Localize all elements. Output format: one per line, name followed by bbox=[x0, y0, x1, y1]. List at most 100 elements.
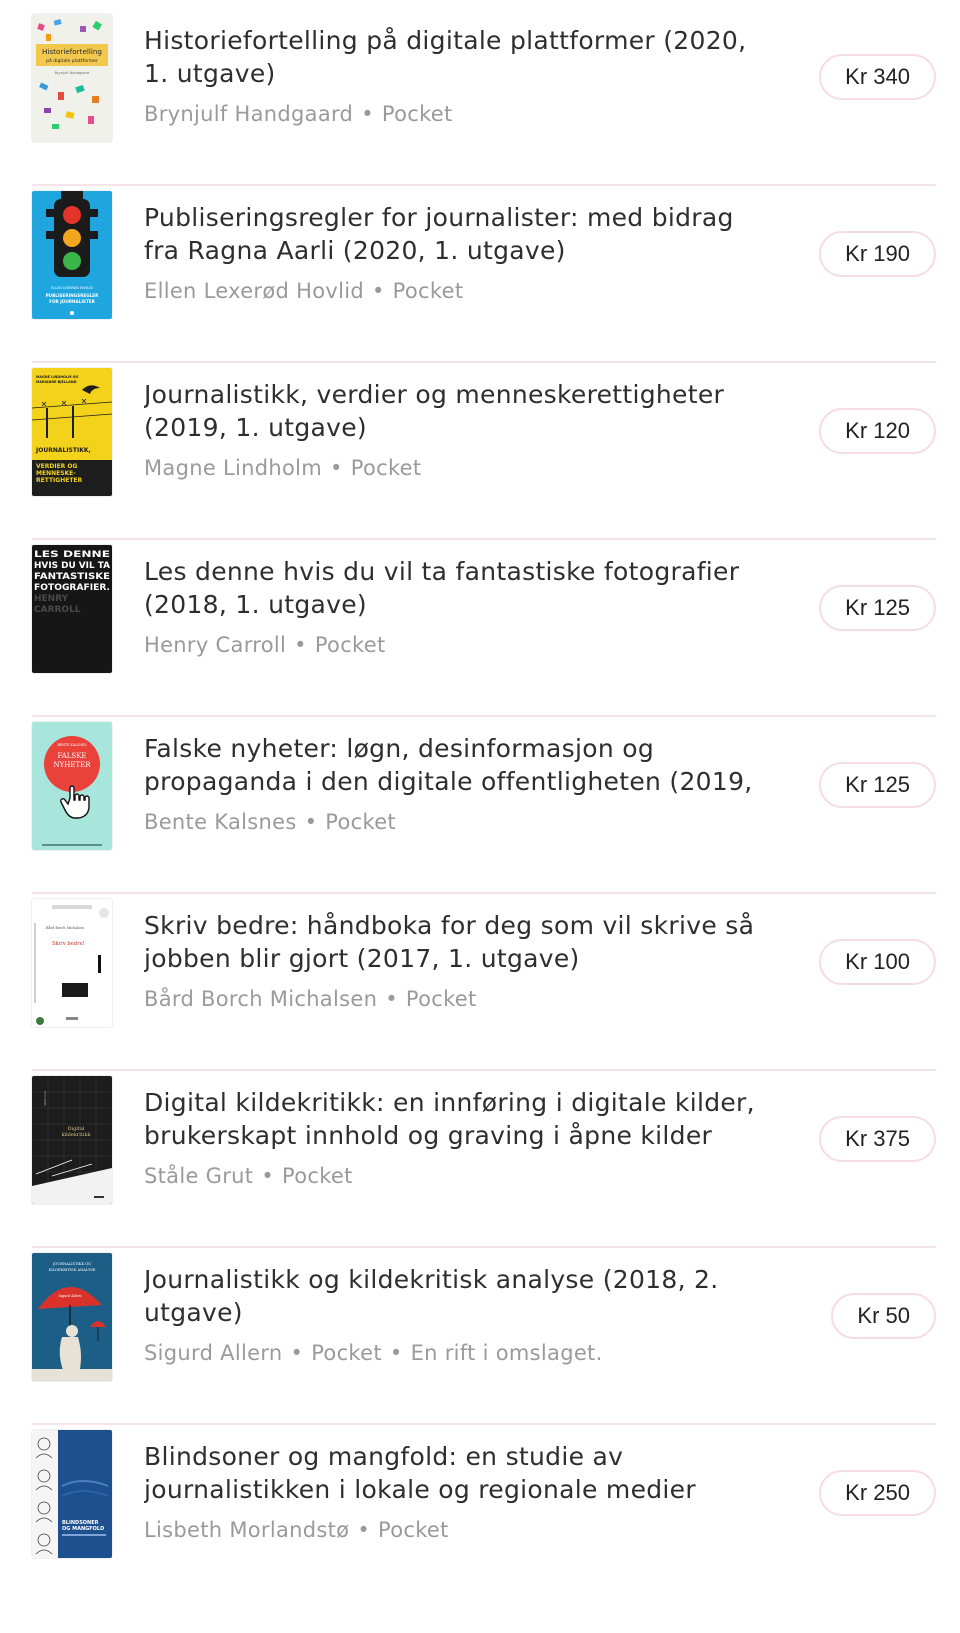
book-title[interactable]: Publiseringsregler for journalister: med… bbox=[144, 201, 774, 267]
list-item[interactable]: BENTE KALSNES FALSKE NYHETER Falske nyhe… bbox=[32, 708, 936, 894]
traffic-light-cover-image: ELLEN LEXERØD HOVLID PUBLISERINGSREGLER … bbox=[32, 191, 112, 319]
list-item[interactable]: LES DENNE HVIS DU VIL TA FANTASTISKE FOT… bbox=[32, 531, 936, 717]
price-button[interactable]: Kr 340 bbox=[819, 54, 936, 100]
cover-title: Historiefortelling bbox=[42, 47, 102, 56]
book-author: Henry Carroll bbox=[144, 633, 287, 657]
grid-cover-image: Ståle Grut Digital kildekritikk bbox=[32, 1076, 112, 1204]
cover-title: Skriv bedre! bbox=[52, 941, 85, 947]
cover-title-2: kildekritikk bbox=[61, 1132, 91, 1138]
book-author: Bård Borch Michalsen bbox=[144, 987, 378, 1011]
book-title[interactable]: Blindsoner og mangfold: en studie av jou… bbox=[144, 1440, 774, 1506]
book-author: Sigurd Allern bbox=[144, 1341, 283, 1365]
desk-cover-image: Bård Borch Michalsen Skriv bedre! bbox=[32, 899, 112, 1027]
cover-author: ELLEN LEXERØD HOVLID bbox=[51, 285, 93, 290]
book-cover[interactable]: MAGNE LINDHOLM OG MARIANNE BJELLAND JOUR… bbox=[32, 368, 112, 496]
book-cover[interactable]: JOURNALISTIKK OG KILDEKRITISK ANALYSE Si… bbox=[32, 1253, 112, 1381]
separator-dot: • bbox=[361, 102, 374, 126]
separator-dot: • bbox=[290, 1341, 304, 1365]
book-title[interactable]: Skriv bedre: håndboka for deg som vil sk… bbox=[144, 909, 774, 975]
price-button[interactable]: Kr 190 bbox=[819, 231, 936, 277]
book-cover[interactable]: Bård Borch Michalsen Skriv bedre! bbox=[32, 899, 112, 1027]
book-meta: Magne Lindholm • Pocket bbox=[144, 454, 421, 482]
cover-title: FALSKE bbox=[57, 752, 86, 760]
book-author: Ståle Grut bbox=[144, 1164, 254, 1188]
book-format: Pocket bbox=[378, 1518, 449, 1542]
book-cover[interactable]: ELLEN LEXERØD HOVLID PUBLISERINGSREGLER … bbox=[32, 191, 112, 319]
separator-dot: • bbox=[261, 1164, 274, 1188]
book-title[interactable]: Digital kildekritikk: en innføring i dig… bbox=[144, 1086, 774, 1152]
list-item[interactable]: JOURNALISTIKK OG KILDEKRITISK ANALYSE Si… bbox=[32, 1239, 936, 1425]
separator-dot: • bbox=[389, 1341, 403, 1365]
price-button[interactable]: Kr 50 bbox=[831, 1293, 936, 1339]
cover-author: Bård Borch Michalsen bbox=[46, 925, 85, 930]
typographic-cover-image: LES DENNE HVIS DU VIL TA FANTASTISKE FOT… bbox=[32, 545, 112, 673]
cover-title-3: FANTASTISKE bbox=[34, 572, 110, 582]
price-button[interactable]: Kr 250 bbox=[819, 1470, 936, 1516]
cover-subtitle: FOR JOURNALISTER bbox=[49, 299, 96, 304]
cover-title: LES DENNE bbox=[34, 550, 110, 560]
book-author: Bente Kalsnes bbox=[144, 810, 297, 834]
barbed-wire-bird-cover-image: MAGNE LINDHOLM OG MARIANNE BJELLAND JOUR… bbox=[32, 368, 112, 496]
condition-note: En rift i omslaget. bbox=[410, 1341, 603, 1365]
cover-title: PUBLISERINGSREGLER bbox=[46, 293, 100, 298]
cover-title-2: KILDEKRITISK ANALYSE bbox=[49, 1268, 96, 1272]
book-meta: Brynjulf Handgaard • Pocket bbox=[144, 100, 453, 128]
list-item[interactable]: Historiefortelling på digitale plattform… bbox=[32, 0, 936, 186]
list-item[interactable]: MAGNE LINDHOLM OG MARIANNE BJELLAND JOUR… bbox=[32, 354, 936, 540]
book-format: Pocket bbox=[314, 633, 386, 657]
book-author: Magne Lindholm bbox=[144, 456, 323, 480]
book-meta: Ståle Grut • Pocket bbox=[144, 1162, 353, 1190]
book-cover[interactable]: BLINDSONER OG MANGFOLD bbox=[32, 1430, 112, 1558]
book-meta: Bente Kalsnes • Pocket bbox=[144, 808, 396, 836]
book-format: Pocket bbox=[350, 456, 422, 480]
list-item[interactable]: BLINDSONER OG MANGFOLD Blindsoner og man… bbox=[32, 1416, 936, 1633]
cover-title-2: NYHETER bbox=[53, 761, 91, 769]
cover-title-3: MENNESKE- bbox=[36, 470, 76, 477]
price-button[interactable]: Kr 375 bbox=[819, 1116, 936, 1162]
separator-dot: • bbox=[371, 279, 385, 303]
cover-author: MAGNE LINDHOLM OG bbox=[36, 375, 79, 379]
cover-author: Ståle Grut bbox=[42, 1090, 47, 1106]
book-cover[interactable]: Historiefortelling på digitale plattform… bbox=[32, 14, 112, 142]
book-cover[interactable]: Ståle Grut Digital kildekritikk bbox=[32, 1076, 112, 1204]
cover-author: Sigurd Allern bbox=[58, 1294, 82, 1298]
cover-title: JOURNALISTIKK OG bbox=[52, 1262, 91, 1266]
cover-author: BENTE KALSNES bbox=[57, 743, 86, 747]
book-format: Pocket bbox=[405, 987, 477, 1011]
price-button[interactable]: Kr 125 bbox=[819, 585, 936, 631]
book-author: Ellen Lexerød Hovlid bbox=[144, 279, 364, 303]
cover-title-2: HVIS DU VIL TA bbox=[34, 561, 110, 571]
price-button[interactable]: Kr 100 bbox=[819, 939, 936, 985]
price-button[interactable]: Kr 120 bbox=[819, 408, 936, 454]
book-title[interactable]: Historiefortelling på digitale plattform… bbox=[144, 24, 774, 90]
list-item[interactable]: Ståle Grut Digital kildekritikk Digital … bbox=[32, 1062, 936, 1248]
book-cover-image: Historiefortelling på digitale plattform… bbox=[32, 14, 112, 142]
book-title[interactable]: Falske nyheter: løgn, desinformasjon og … bbox=[144, 732, 774, 798]
book-format: Pocket bbox=[311, 1341, 382, 1365]
cover-title: JOURNALISTIKK, bbox=[35, 447, 91, 454]
book-meta: Sigurd Allern • Pocket • En rift i omslaget. bbox=[144, 1339, 603, 1367]
cover-author: Brynjulf Handgaard bbox=[55, 71, 90, 75]
book-author: Lisbeth Morlandstø bbox=[144, 1518, 350, 1542]
book-cover[interactable]: BENTE KALSNES FALSKE NYHETER bbox=[32, 722, 112, 850]
book-format: Pocket bbox=[392, 279, 464, 303]
list-item[interactable]: ELLEN LEXERØD HOVLID PUBLISERINGSREGLER … bbox=[32, 177, 936, 363]
book-title[interactable]: Journalistikk og kildekritisk analyse (2… bbox=[144, 1263, 774, 1329]
book-format: Pocket bbox=[282, 1164, 353, 1188]
cover-title-2: VERDIER OG bbox=[36, 463, 77, 470]
book-title[interactable]: Les denne hvis du vil ta fantastiske fot… bbox=[144, 555, 774, 621]
book-format: Pocket bbox=[325, 810, 396, 834]
umbrella-cover-image: JOURNALISTIKK OG KILDEKRITISK ANALYSE Si… bbox=[32, 1253, 112, 1381]
cover-title-4: FOTOGRAFIER. bbox=[34, 583, 110, 593]
portraits-cover-image: BLINDSONER OG MANGFOLD bbox=[32, 1430, 112, 1558]
separator-dot: • bbox=[330, 456, 343, 480]
book-cover[interactable]: LES DENNE HVIS DU VIL TA FANTASTISKE FOT… bbox=[32, 545, 112, 673]
separator-dot: • bbox=[304, 810, 318, 834]
book-title[interactable]: Journalistikk, verdier og menneskerettig… bbox=[144, 378, 774, 444]
cover-subtitle: på digitale plattformer bbox=[46, 57, 98, 64]
price-button[interactable]: Kr 125 bbox=[819, 762, 936, 808]
list-item[interactable]: Bård Borch Michalsen Skriv bedre! Skriv … bbox=[32, 885, 936, 1071]
separator-dot: • bbox=[357, 1518, 370, 1542]
cover-author-2: MARIANNE BJELLAND bbox=[36, 380, 77, 384]
cover-title-2: OG MANGFOLD bbox=[62, 1526, 104, 1532]
